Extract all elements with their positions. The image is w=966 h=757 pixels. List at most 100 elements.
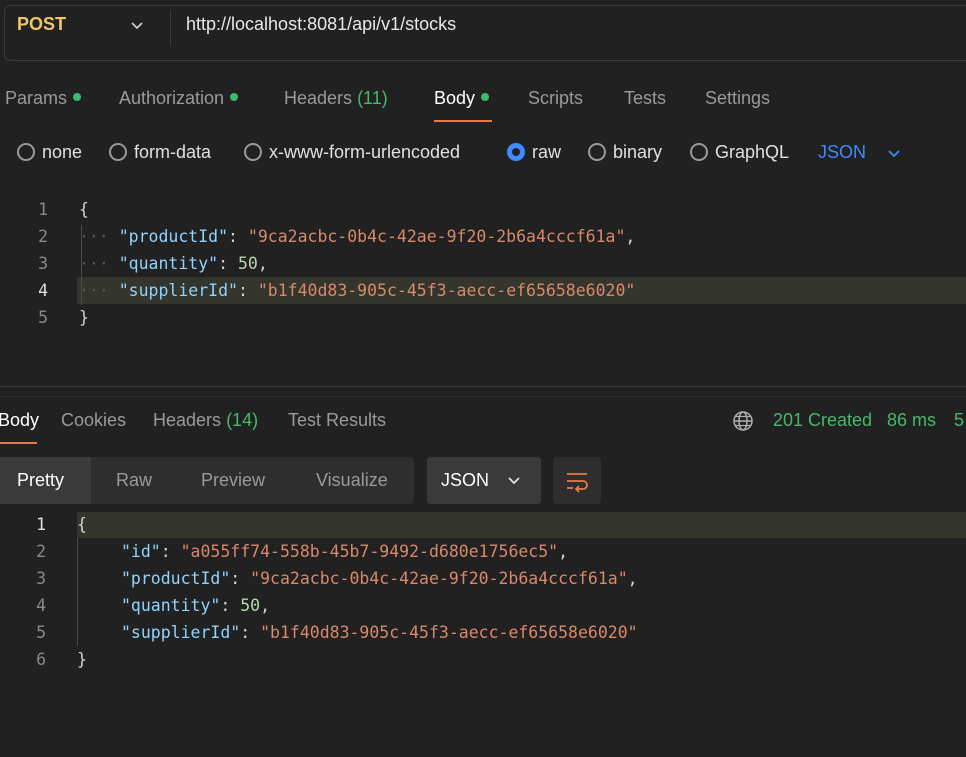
json-string: "b1f40d83-905c-45f3-aecc-ef65658e6020" <box>257 281 636 300</box>
code-line[interactable]: { <box>77 515 87 534</box>
line-number: 5 <box>36 623 46 642</box>
tab-params-label: Params <box>5 88 68 108</box>
authorization-indicator-dot <box>230 93 239 102</box>
json-key: "quantity" <box>118 254 219 273</box>
radio-binary[interactable] <box>588 143 606 161</box>
radio-binary-label[interactable]: binary <box>613 142 662 163</box>
code-line[interactable]: "supplierId": "b1f40d83-905c-45f3-aecc-e… <box>121 623 638 642</box>
url-bar <box>4 5 966 61</box>
body-indicator-dot <box>481 93 490 102</box>
code-line[interactable]: "quantity": 50, <box>121 596 270 615</box>
indent-whitespace: ··· <box>79 254 109 273</box>
response-headers-count: (14) <box>226 410 259 430</box>
indent-whitespace: ··· <box>79 281 109 300</box>
json-string: "b1f40d83-905c-45f3-aecc-ef65658e6020" <box>260 623 638 642</box>
line-number: 1 <box>36 515 46 534</box>
radio-urlencoded-label[interactable]: x-www-form-urlencoded <box>269 142 460 163</box>
close-brace: } <box>79 308 89 327</box>
radio-urlencoded[interactable] <box>244 143 262 161</box>
open-brace: { <box>77 515 87 534</box>
radio-raw[interactable] <box>507 143 525 161</box>
code-line[interactable]: "id": "a055ff74-558b-45b7-9492-d680e1756… <box>121 542 568 561</box>
response-format-label[interactable]: JSON <box>441 470 489 491</box>
tab-body-label: Body <box>434 88 476 108</box>
line-number: 6 <box>36 650 46 669</box>
radio-graphql[interactable] <box>690 143 708 161</box>
json-key: "productId" <box>121 569 231 588</box>
tab-headers[interactable]: Headers (11) <box>284 88 388 109</box>
line-number: 4 <box>38 281 48 300</box>
json-key: "quantity" <box>121 596 221 615</box>
url-divider <box>170 10 171 46</box>
response-tab-body[interactable]: Body <box>0 410 39 431</box>
chevron-down-icon[interactable] <box>128 16 146 34</box>
code-line[interactable]: ··· "productId": "9ca2acbc-0b4c-42ae-9f2… <box>79 227 635 246</box>
code-line[interactable]: } <box>77 650 87 669</box>
code-line[interactable]: ··· "supplierId": "b1f40d83-905c-45f3-ae… <box>79 281 635 300</box>
code-line[interactable]: ··· "quantity": 50, <box>79 254 268 273</box>
active-tab-underline <box>434 120 492 122</box>
tab-body[interactable]: Body <box>434 88 490 109</box>
view-pretty-button[interactable]: Pretty <box>17 470 64 491</box>
radio-form-data[interactable] <box>109 143 127 161</box>
json-key: "productId" <box>118 227 229 246</box>
globe-icon[interactable] <box>732 410 754 432</box>
close-brace: } <box>77 650 87 669</box>
active-response-tab-underline <box>0 442 37 444</box>
radio-none-label[interactable]: none <box>42 142 82 163</box>
indent-whitespace: ··· <box>79 227 109 246</box>
code-line[interactable]: "productId": "9ca2acbc-0b4c-42ae-9f20-2b… <box>121 569 638 588</box>
radio-graphql-label[interactable]: GraphQL <box>715 142 789 163</box>
radio-raw-label[interactable]: raw <box>532 142 561 163</box>
current-line-highlight <box>77 512 966 538</box>
tab-headers-label: Headers <box>284 88 353 108</box>
response-status[interactable]: 201 Created <box>773 410 872 431</box>
json-number: 50 <box>237 254 258 273</box>
body-language-select[interactable]: JSON <box>818 142 866 163</box>
view-preview-button[interactable]: Preview <box>201 470 265 491</box>
response-tab-test-results[interactable]: Test Results <box>288 410 386 431</box>
radio-none[interactable] <box>17 143 35 161</box>
indent-guide <box>77 538 78 646</box>
line-number: 3 <box>38 254 48 273</box>
response-tab-cookies[interactable]: Cookies <box>61 410 126 431</box>
json-key: "supplierId" <box>118 281 238 300</box>
line-number: 5 <box>38 308 48 327</box>
json-string: "a055ff74-558b-45b7-9492-d680e1756ec5" <box>180 542 559 561</box>
chevron-down-icon[interactable] <box>886 145 902 161</box>
response-tab-headers[interactable]: Headers (14) <box>153 410 258 431</box>
json-key: "supplierId" <box>121 623 241 642</box>
response-time[interactable]: 86 ms <box>887 410 936 431</box>
radio-form-data-label[interactable]: form-data <box>134 142 211 163</box>
json-string: "9ca2acbc-0b4c-42ae-9f20-2b6a4cccf61a" <box>247 227 626 246</box>
response-size[interactable]: 5 <box>954 410 964 431</box>
tab-scripts[interactable]: Scripts <box>528 88 583 109</box>
json-string: "9ca2acbc-0b4c-42ae-9f20-2b6a4cccf61a" <box>250 569 628 588</box>
line-number: 4 <box>36 596 46 615</box>
json-key: "id" <box>121 542 161 561</box>
url-input[interactable]: http://localhost:8081/api/v1/stocks <box>186 14 456 35</box>
tab-params[interactable]: Params <box>5 88 82 109</box>
line-number: 3 <box>36 569 46 588</box>
line-number: 2 <box>36 542 46 561</box>
view-raw-button[interactable]: Raw <box>116 470 152 491</box>
code-line[interactable]: { <box>79 200 89 219</box>
method-select[interactable]: POST <box>17 14 66 35</box>
tab-settings[interactable]: Settings <box>705 88 770 109</box>
line-number: 2 <box>38 227 48 246</box>
pane-divider-shadow <box>0 396 966 397</box>
wrap-lines-icon[interactable] <box>565 469 589 493</box>
json-number: 50 <box>240 596 261 615</box>
open-brace: { <box>79 200 89 219</box>
headers-count: (11) <box>357 88 388 108</box>
view-visualize-button[interactable]: Visualize <box>316 470 388 491</box>
chevron-down-icon[interactable] <box>506 472 522 488</box>
code-line[interactable]: } <box>79 308 89 327</box>
params-indicator-dot <box>73 93 82 102</box>
response-tab-headers-label: Headers <box>153 410 222 430</box>
line-number: 1 <box>38 200 48 219</box>
tab-tests[interactable]: Tests <box>624 88 666 109</box>
pane-divider[interactable] <box>0 386 966 387</box>
tab-authorization-label: Authorization <box>119 88 225 108</box>
tab-authorization[interactable]: Authorization <box>119 88 239 109</box>
